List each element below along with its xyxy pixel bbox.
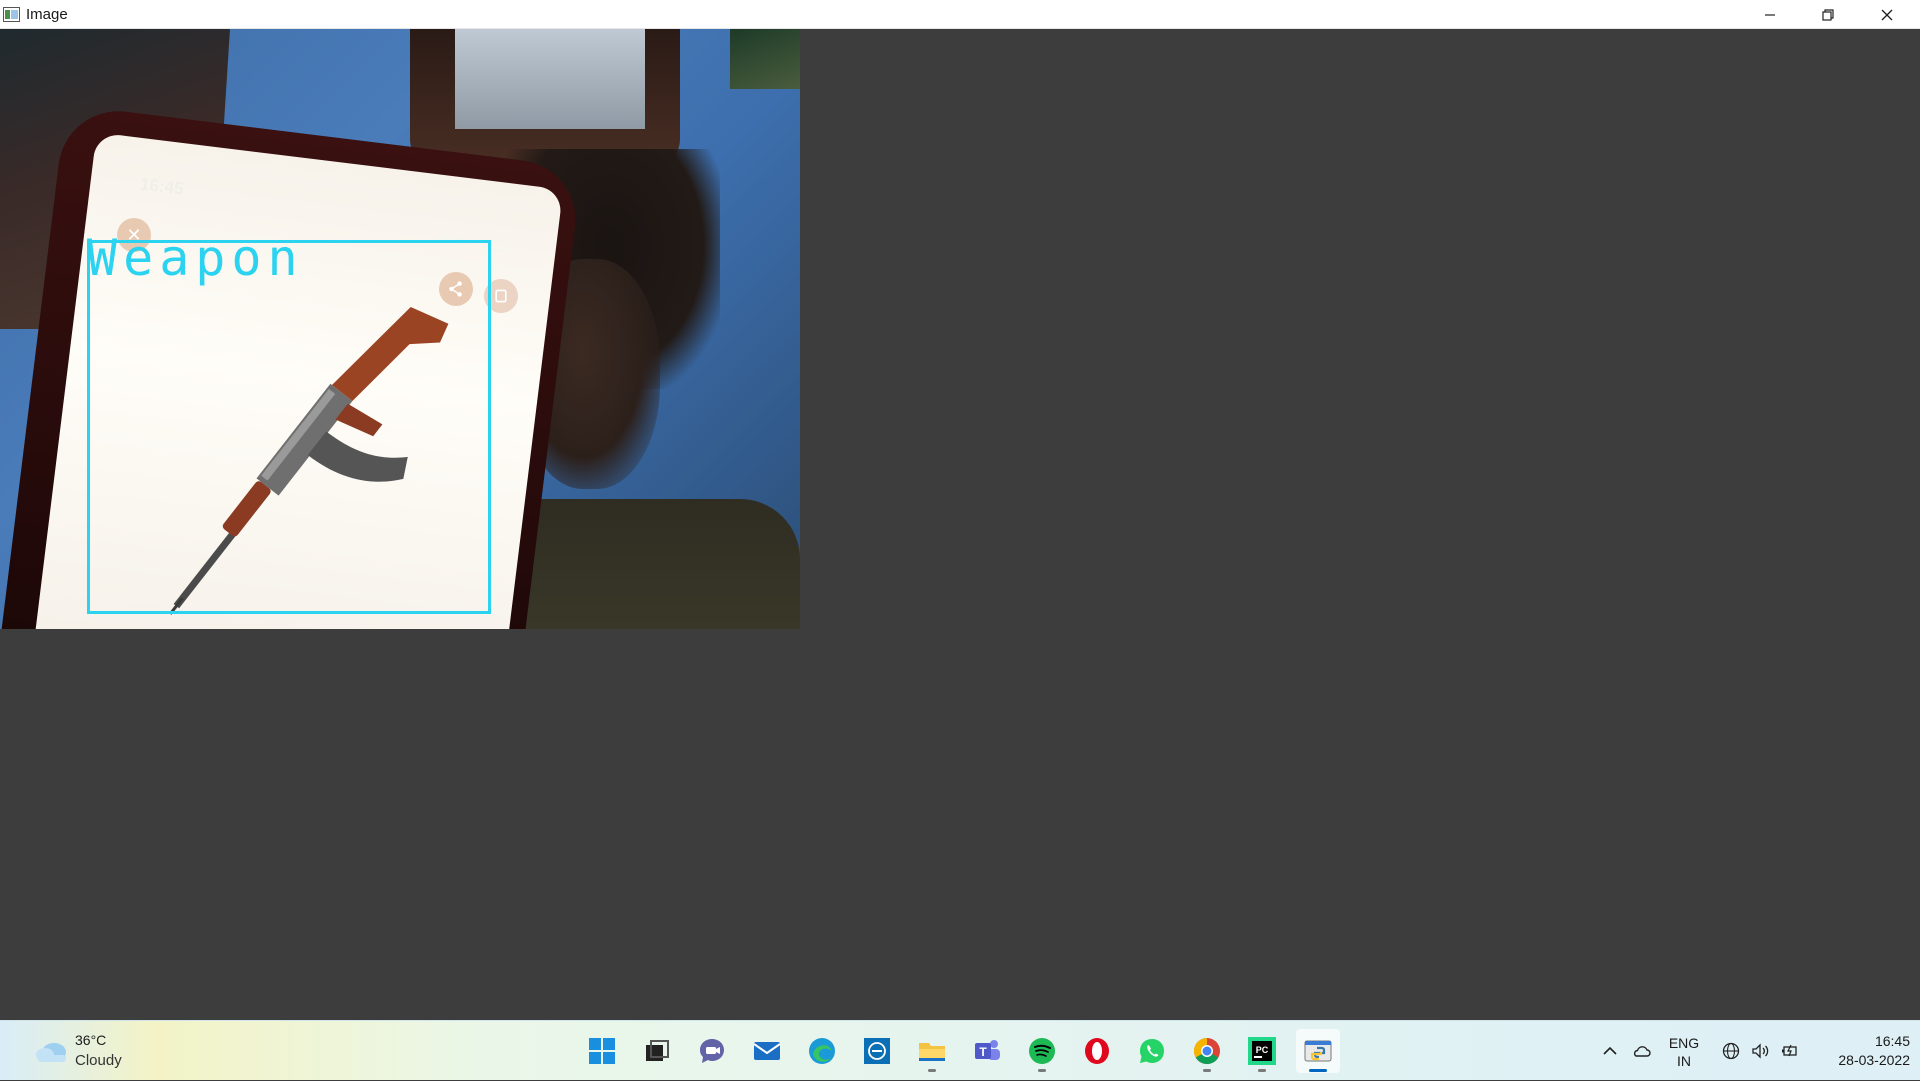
- restore-icon: [1822, 8, 1834, 21]
- running-indicator: [1258, 1069, 1266, 1072]
- detection-label: Weapon: [87, 229, 304, 287]
- chrome-icon: [1193, 1037, 1220, 1065]
- window-title: Image: [26, 6, 68, 23]
- taskbar-start[interactable]: [580, 1029, 624, 1073]
- globe-icon: [1722, 1042, 1740, 1060]
- show-hidden-icons-button[interactable]: [1598, 1021, 1622, 1081]
- network-button[interactable]: [1718, 1021, 1744, 1081]
- restore-button[interactable]: [1799, 0, 1857, 29]
- taskbar-opera[interactable]: [1075, 1029, 1119, 1073]
- taskbar-edge[interactable]: [800, 1029, 844, 1073]
- taskbar-teams[interactable]: T: [965, 1029, 1009, 1073]
- mail-icon: [753, 1042, 781, 1060]
- language-indicator[interactable]: ENG IN: [1664, 1034, 1704, 1070]
- camera-frame: 16:45 ✕ Weapon: [0, 29, 800, 629]
- battery-charging-icon: [1782, 1044, 1797, 1057]
- clock-date: 28-03-2022: [1838, 1052, 1910, 1068]
- taskbar-mail[interactable]: [745, 1029, 789, 1073]
- chat-icon: [700, 1039, 724, 1063]
- close-icon: [1881, 9, 1893, 20]
- spotify-icon: [1029, 1038, 1055, 1064]
- pycharm-icon: PC: [1248, 1037, 1276, 1065]
- taskbar-chat[interactable]: [690, 1029, 734, 1073]
- taskbar-spotify[interactable]: [1020, 1029, 1064, 1073]
- running-indicator: [928, 1069, 936, 1072]
- running-indicator: [1203, 1069, 1211, 1072]
- taskbar-task-view[interactable]: [635, 1029, 679, 1073]
- whatsapp-icon: [1140, 1039, 1164, 1063]
- minimize-button[interactable]: [1741, 0, 1799, 29]
- weather-widget[interactable]: 36°C Cloudy: [10, 1021, 130, 1081]
- taskbar: 36°C Cloudy T PC ENG IN 16:45 28-03-2022: [0, 1020, 1920, 1080]
- onedrive-button[interactable]: [1627, 1021, 1655, 1081]
- mirror: [455, 29, 645, 129]
- clock-time: 16:45: [1874, 1033, 1910, 1049]
- taskbar-dell[interactable]: [855, 1029, 899, 1073]
- region-code: IN: [1677, 1053, 1691, 1069]
- onedrive-cloud-icon: [1633, 1046, 1651, 1057]
- clock[interactable]: 16:45 28-03-2022: [1810, 1032, 1910, 1070]
- taskbar-python[interactable]: [1296, 1029, 1340, 1073]
- minimize-icon: [1765, 13, 1775, 16]
- weather-condition: Cloudy: [75, 1052, 122, 1069]
- svg-text:T: T: [979, 1045, 987, 1059]
- wall-painting-right: [730, 29, 800, 89]
- dell-icon: [864, 1038, 890, 1064]
- taskbar-file-explorer[interactable]: [910, 1029, 954, 1073]
- battery-button[interactable]: [1776, 1021, 1802, 1081]
- opera-icon: [1085, 1038, 1109, 1064]
- close-button[interactable]: [1858, 0, 1916, 29]
- language-code: ENG: [1668, 1035, 1700, 1051]
- taskbar-chrome[interactable]: [1185, 1029, 1229, 1073]
- running-indicator: [1038, 1069, 1046, 1072]
- edge-icon: [809, 1038, 835, 1064]
- title-bar: Image: [0, 0, 1920, 29]
- volume-icon: [1752, 1043, 1769, 1059]
- image-canvas: 16:45 ✕ Weapon: [0, 29, 1920, 1020]
- app-icon: [3, 7, 20, 22]
- volume-button[interactable]: [1747, 1021, 1773, 1081]
- python-icon: [1304, 1040, 1332, 1062]
- active-indicator: [1309, 1069, 1327, 1072]
- detection-bounding-box: [87, 240, 491, 614]
- svg-text:PC: PC: [1256, 1045, 1269, 1055]
- task-view-icon: [646, 1040, 669, 1061]
- cloudy-weather-icon: [36, 1043, 66, 1062]
- taskbar-pycharm[interactable]: PC: [1240, 1029, 1284, 1073]
- taskbar-whatsapp[interactable]: [1130, 1029, 1174, 1073]
- weather-temperature: 36°C: [75, 1032, 107, 1048]
- windows-icon: [589, 1038, 615, 1064]
- chevron-up-icon: [1603, 1046, 1617, 1055]
- folder-icon: [919, 1043, 945, 1061]
- teams-icon: T: [975, 1040, 1000, 1060]
